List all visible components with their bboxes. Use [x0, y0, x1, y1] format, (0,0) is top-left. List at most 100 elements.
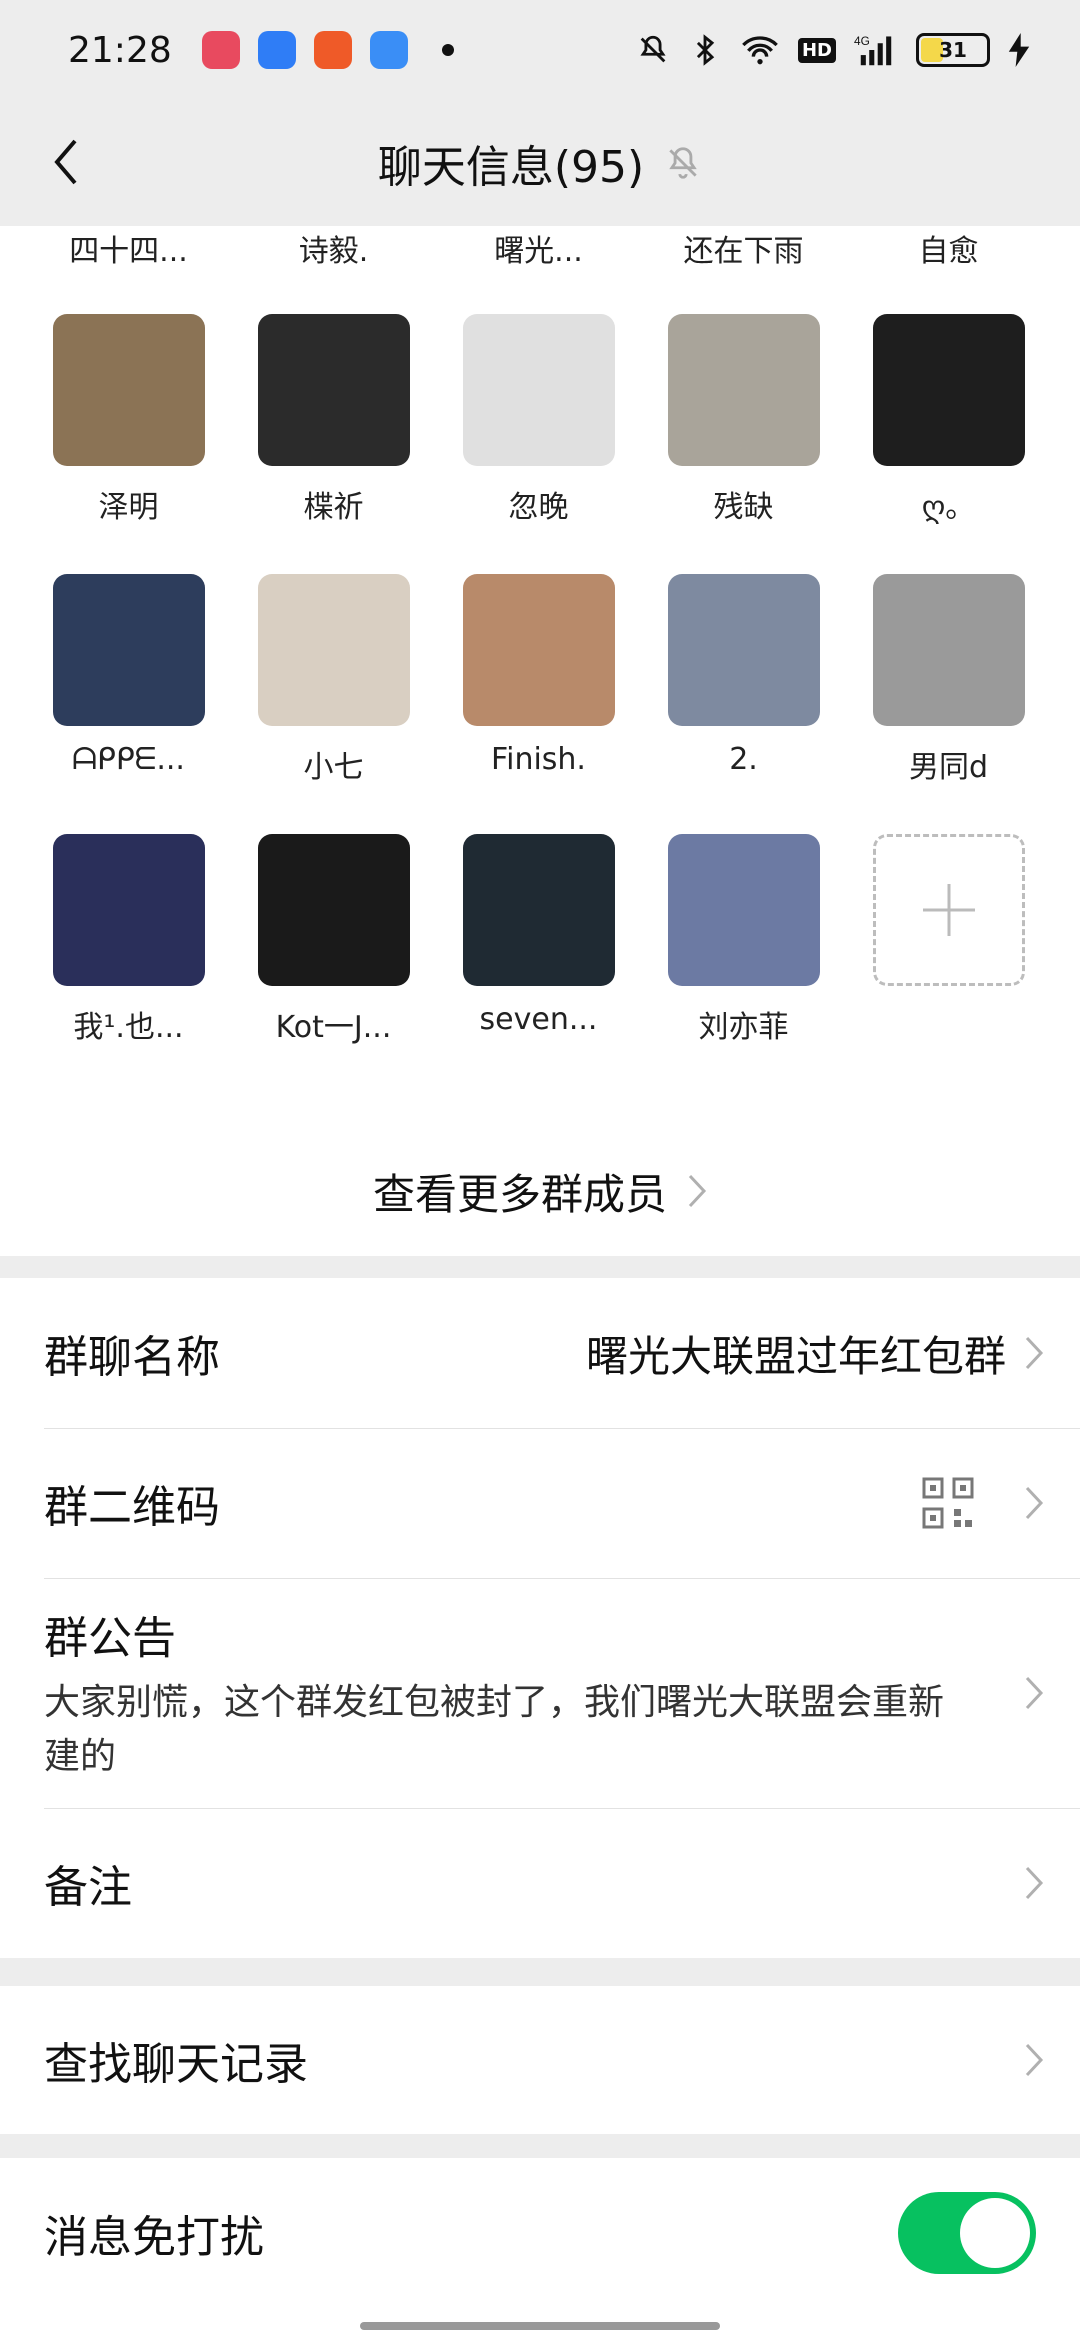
chevron-right-icon — [1025, 1336, 1044, 1370]
battery-indicator: 31 — [916, 33, 990, 67]
member-name: 残缺 — [713, 490, 774, 525]
chevron-right-icon — [1025, 1486, 1044, 1520]
group-qr-label: 群二维码 — [44, 1482, 220, 1533]
view-more-members-label: 查看更多群成员 — [372, 1169, 667, 1219]
member-name[interactable]: 曙光... — [436, 226, 641, 269]
member-avatar — [257, 314, 410, 466]
member-item[interactable]: Kot一J... — [231, 834, 436, 1094]
search-history-label: 查找聊天记录 — [44, 2039, 308, 2090]
member-name[interactable]: 诗毅. — [231, 226, 436, 269]
chevron-right-icon — [688, 1174, 707, 1208]
chevron-left-icon — [54, 139, 77, 185]
view-more-members-link[interactable]: 查看更多群成员 — [0, 1126, 1080, 1256]
member-avatar — [462, 314, 615, 466]
member-avatar — [667, 314, 820, 466]
member-item[interactable]: 男同d — [846, 574, 1051, 834]
chevron-right-icon — [1025, 2043, 1044, 2077]
remark-label: 备注 — [44, 1862, 132, 1913]
mute-toggle[interactable] — [898, 2192, 1036, 2274]
group-notice-row[interactable]: 群公告 大家别慌，这个群发红包被封了，我们曙光大联盟会重新建的 — [0, 1578, 1080, 1808]
more-notifications-dot — [441, 44, 454, 56]
chevron-right-icon — [1025, 1676, 1044, 1710]
page-title: 聊天信息(95) — [377, 142, 645, 193]
member-item[interactable]: ღ。 — [846, 314, 1051, 574]
group-qr-row[interactable]: 群二维码 — [0, 1428, 1080, 1578]
member-name: Finish. — [491, 742, 586, 777]
member-item[interactable]: Finish. — [436, 574, 641, 834]
plus-icon — [922, 884, 975, 936]
member-avatar — [462, 834, 615, 986]
member-name: seven... — [479, 1002, 598, 1037]
wifi-icon — [742, 36, 778, 65]
bluetooth-icon — [696, 34, 715, 66]
member-item[interactable]: 小七 — [231, 574, 436, 834]
back-button[interactable] — [36, 132, 96, 192]
status-bar: 21:28 HD 4G 31 — [0, 0, 1080, 100]
member-name: 小七 — [303, 750, 364, 785]
svg-text:4G: 4G — [854, 34, 870, 48]
nav-header: 聊天信息(95) — [0, 100, 1080, 226]
member-name: Kot一J... — [275, 1010, 392, 1045]
search-history-row[interactable]: 查找聊天记录 — [0, 1986, 1080, 2134]
member-item[interactable]: 我¹.也... — [26, 834, 231, 1094]
member-item[interactable]: seven... — [436, 834, 641, 1094]
member-name: ღ。 — [921, 490, 976, 525]
mute-row: 消息免打扰 — [0, 2158, 1080, 2308]
member-name[interactable]: 四十四... — [26, 226, 231, 269]
member-grid: 泽明 楪祈 忽晚 残缺 ღ。 ᗩᑭᑭᗴ... 小七 Finish. 2. 男同d… — [0, 314, 1080, 1094]
mute-section: 消息免打扰 — [0, 2158, 1080, 2340]
search-section: 查找聊天记录 — [0, 1986, 1080, 2134]
member-name: ᗩᑭᑭᗴ... — [72, 742, 185, 777]
member-row-partial: 四十四... 诗毅. 曙光... 还在下雨 自愈 — [0, 226, 1080, 269]
group-notice-text: 大家别慌，这个群发红包被封了，我们曙光大联盟会重新建的 — [44, 1682, 945, 1777]
qr-code-icon — [922, 1477, 974, 1529]
member-avatar — [872, 574, 1025, 726]
member-avatar — [872, 314, 1025, 466]
member-avatar — [257, 834, 410, 986]
mute-bell-icon — [640, 35, 666, 63]
member-item[interactable]: 刘亦菲 — [641, 834, 846, 1094]
member-avatar — [52, 574, 205, 726]
member-avatar — [52, 834, 205, 986]
toggle-knob — [960, 2198, 1030, 2268]
member-grid-panel: 四十四... 诗毅. 曙光... 还在下雨 自愈 泽明 楪祈 忽晚 残缺 ღ。 … — [0, 226, 1080, 1256]
add-member-item[interactable] — [846, 834, 1051, 1094]
group-info-section: 群聊名称 曙光大联盟过年红包群 群二维码 群公告 大家别慌，这个群发红包被封了，… — [0, 1278, 1080, 1958]
group-name-label: 群聊名称 — [44, 1332, 220, 1383]
member-avatar — [667, 574, 820, 726]
member-item[interactable]: 2. — [641, 574, 846, 834]
member-name[interactable]: 自愈 — [846, 226, 1051, 269]
mute-label: 消息免打扰 — [44, 2212, 264, 2263]
add-member-button[interactable] — [872, 834, 1025, 986]
home-indicator[interactable] — [360, 2322, 720, 2330]
charging-icon — [1008, 33, 1030, 67]
group-name-value: 曙光大联盟过年红包群 — [585, 1331, 1006, 1381]
member-avatar — [462, 574, 615, 726]
group-name-row[interactable]: 群聊名称 曙光大联盟过年红包群 — [0, 1278, 1080, 1428]
chevron-right-icon — [1025, 1866, 1044, 1900]
member-item[interactable]: ᗩᑭᑭᗴ... — [26, 574, 231, 834]
member-avatar — [257, 574, 410, 726]
member-name: 2. — [729, 742, 758, 777]
member-name: 楪祈 — [303, 490, 364, 525]
member-name: 忽晚 — [508, 490, 569, 525]
video-app-icon — [313, 31, 352, 69]
group-notice-label: 群公告 — [44, 1613, 176, 1664]
member-item[interactable]: 泽明 — [26, 314, 231, 574]
clock: 21:28 — [68, 29, 172, 71]
app-notification-icon — [257, 31, 296, 69]
notification-apps — [201, 31, 408, 69]
member-avatar — [52, 314, 205, 466]
signal-icon: 4G — [854, 34, 892, 66]
member-item[interactable]: 忽晚 — [436, 314, 641, 574]
member-name[interactable]: 还在下雨 — [641, 226, 846, 269]
muted-bell-icon — [669, 147, 697, 179]
app-notification-icon — [201, 31, 240, 69]
hd-badge: HD — [797, 37, 836, 63]
member-item[interactable]: 残缺 — [641, 314, 846, 574]
remark-row[interactable]: 备注 — [0, 1808, 1080, 1958]
member-avatar — [667, 834, 820, 986]
member-name: 刘亦菲 — [698, 1010, 789, 1045]
member-name: 我¹.也... — [73, 1010, 184, 1045]
member-item[interactable]: 楪祈 — [231, 314, 436, 574]
